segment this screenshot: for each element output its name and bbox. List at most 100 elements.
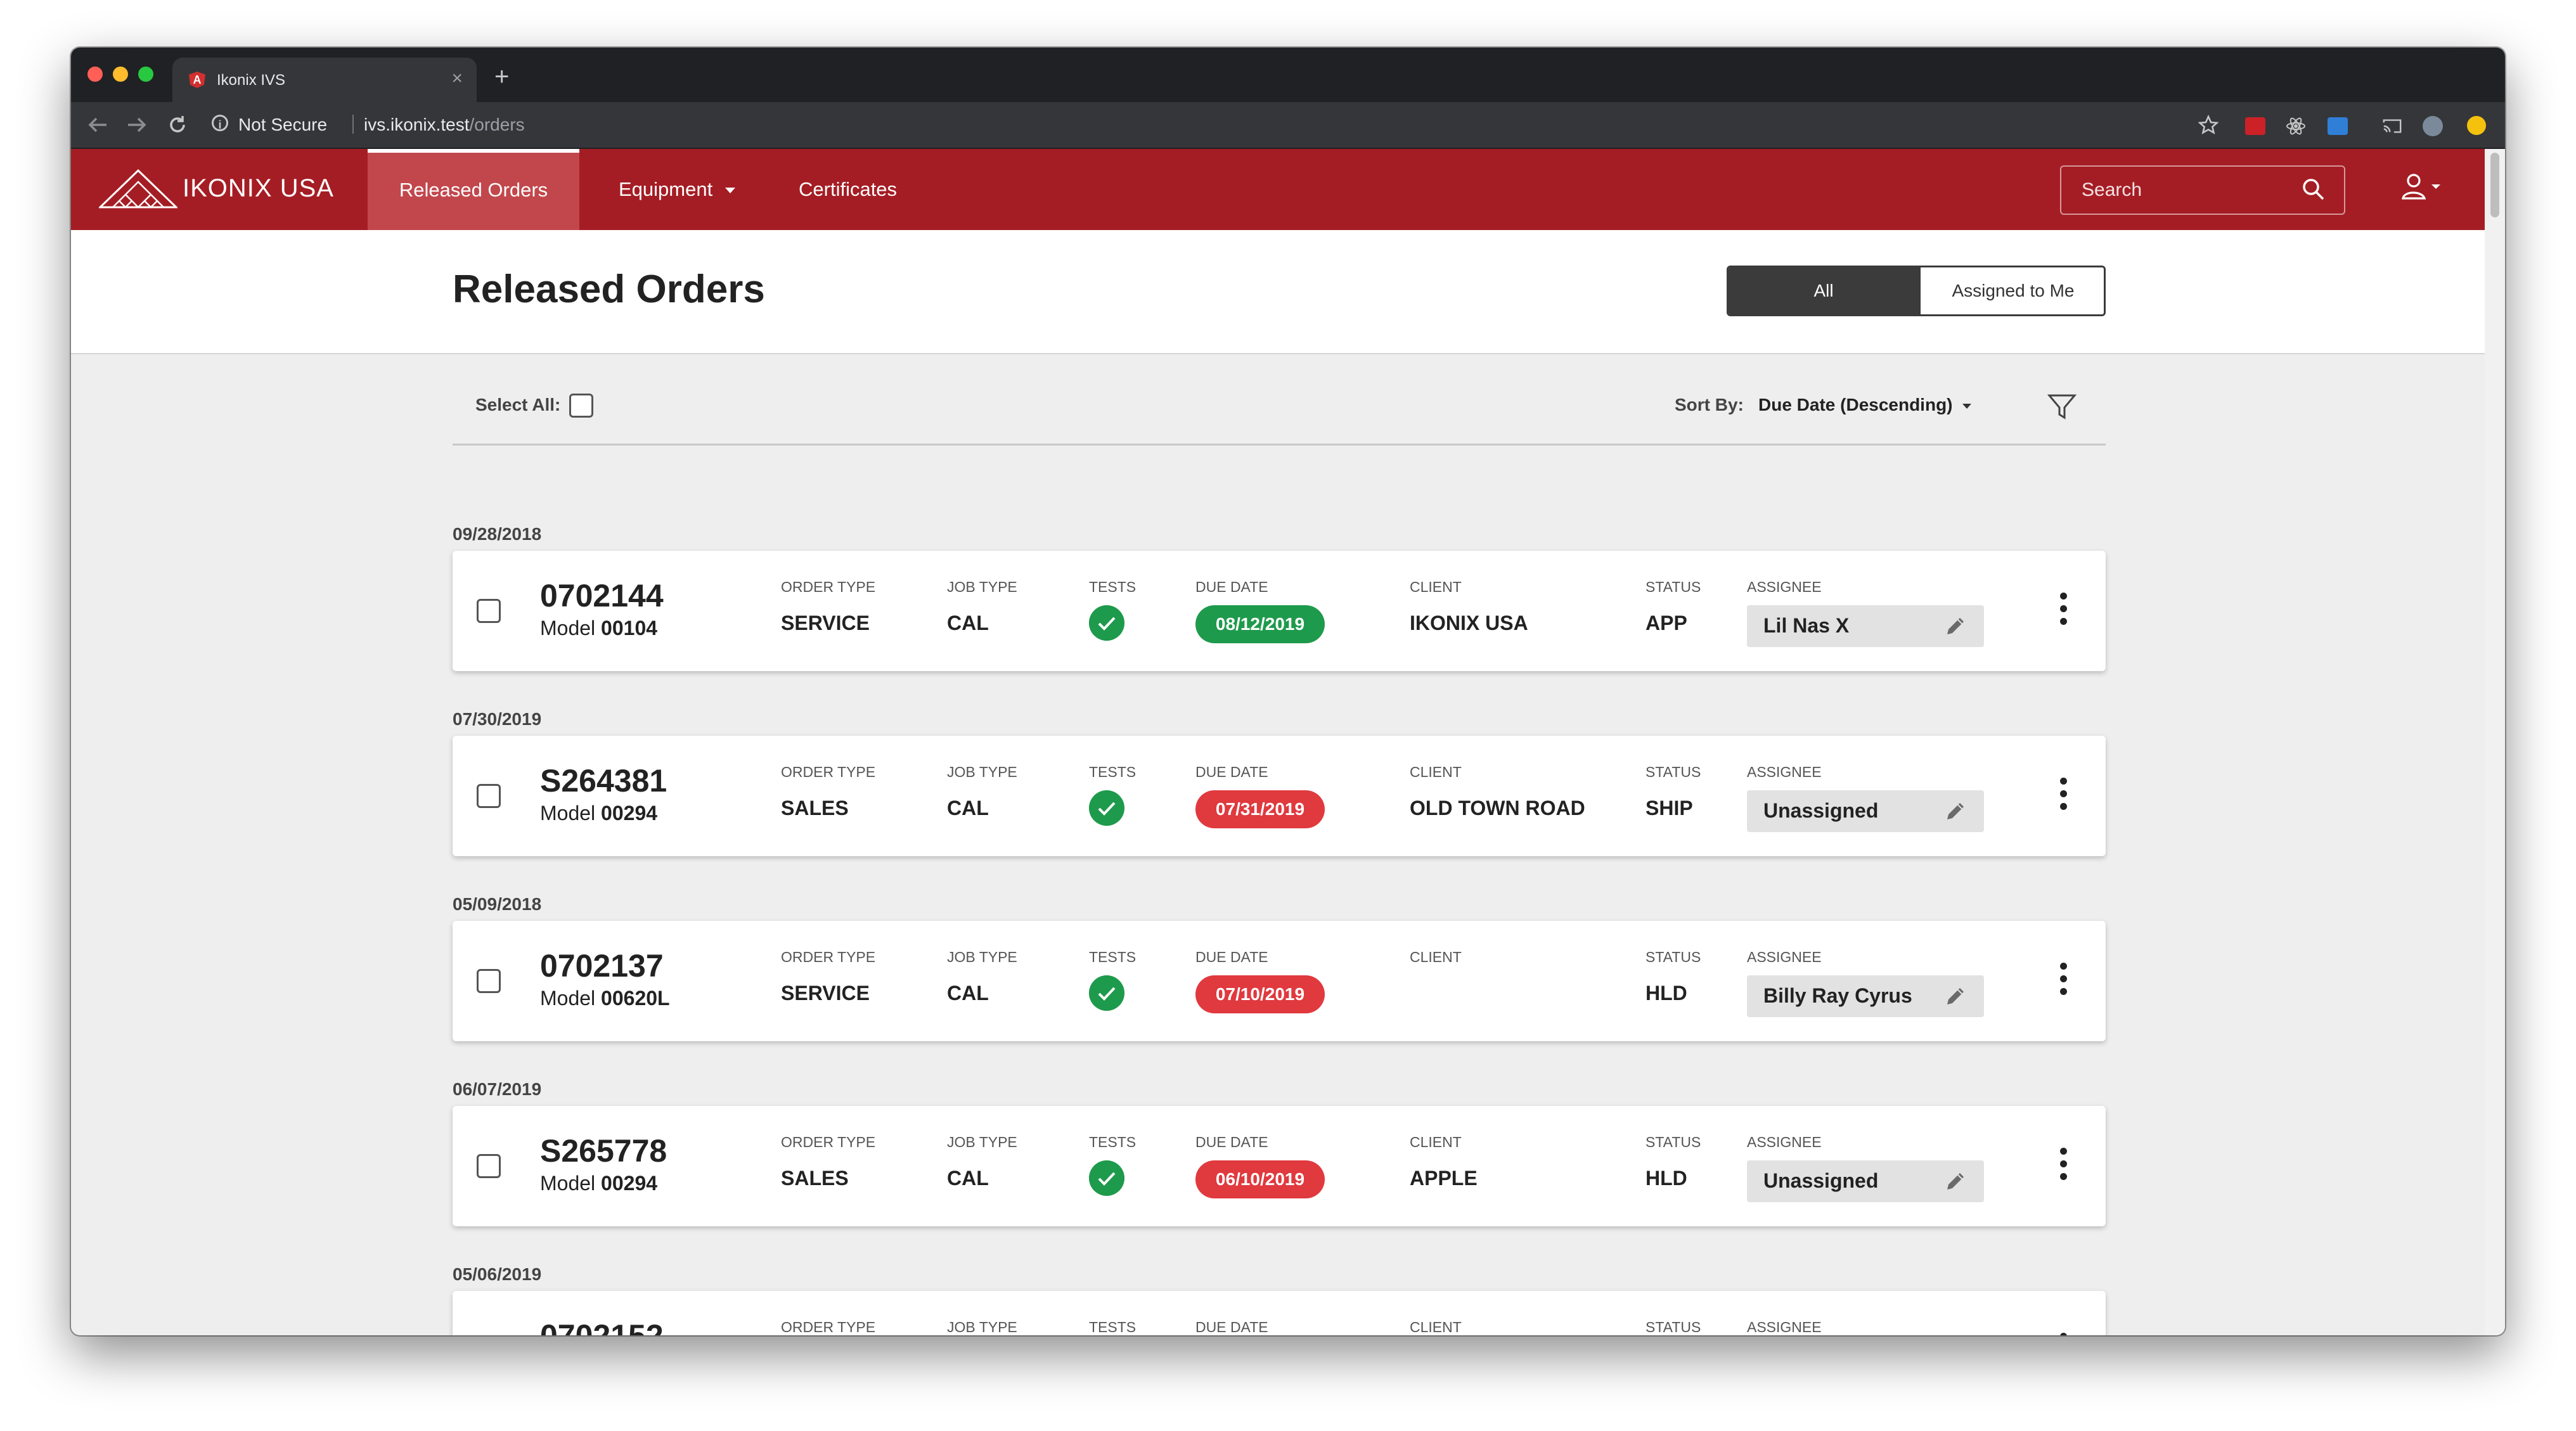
- order-group: 09/28/2018 0702144 Model 00104 ORDER TYPE JO…: [453, 524, 2106, 709]
- column-label-order-type: ORDER TYPE: [781, 1319, 876, 1335]
- assignee-name: Unassigned: [1763, 1169, 1879, 1192]
- order-model: Model 00620L: [540, 987, 670, 1010]
- reload-icon[interactable]: [167, 115, 188, 135]
- order-card[interactable]: S264381 Model 00294 ORDER TYPE JOB TYPE TEST…: [453, 736, 2106, 856]
- segment-assigned-to-me[interactable]: Assigned to Me: [1919, 267, 2104, 314]
- sort-dropdown[interactable]: Due Date (Descending): [1758, 395, 1953, 415]
- column-label-due-date: DUE DATE: [1195, 1319, 1268, 1335]
- model-prefix: Model: [540, 987, 596, 1010]
- search-box[interactable]: [2060, 165, 2345, 215]
- cast-icon[interactable]: [2382, 117, 2402, 135]
- nav-tab-label: Certificates: [799, 178, 898, 200]
- group-date: 09/28/2018: [453, 524, 542, 544]
- due-date-badge: 08/12/2019: [1195, 605, 1325, 643]
- column-label-tests: TESTS: [1089, 1134, 1137, 1150]
- extension-react-icon[interactable]: [2286, 117, 2306, 135]
- column-label-order-type: ORDER TYPE: [781, 764, 876, 780]
- order-id[interactable]: 0702152: [540, 1318, 664, 1335]
- back-arrow-icon[interactable]: [87, 116, 108, 134]
- new-tab-button[interactable]: +: [494, 64, 509, 89]
- edit-pencil-icon[interactable]: [1945, 800, 1966, 822]
- assignee-field[interactable]: Lil Nas X: [1747, 605, 1984, 647]
- column-label-tests: TESTS: [1089, 579, 1137, 595]
- address-bar[interactable]: i Not Secure ivs.ikonix.test/orders: [212, 102, 2113, 148]
- more-options-icon[interactable]: [2060, 1148, 2068, 1186]
- order-id[interactable]: 0702144: [540, 577, 664, 614]
- filter-icon[interactable]: [2047, 394, 2077, 420]
- column-label-order-type: ORDER TYPE: [781, 1134, 876, 1150]
- extension-yellow-icon[interactable]: [2467, 116, 2486, 135]
- edit-pencil-icon[interactable]: [1945, 985, 1966, 1007]
- order-status: HLD: [1645, 1167, 1687, 1190]
- maximize-window-button[interactable]: [138, 67, 153, 82]
- order-status: HLD: [1645, 982, 1687, 1004]
- order-id[interactable]: S264381: [540, 762, 667, 799]
- url-host: ivs.ikonix.test: [364, 115, 470, 134]
- browser-tab[interactable]: A Ikonix IVS ×: [172, 58, 477, 102]
- more-options-icon[interactable]: [2060, 778, 2068, 816]
- select-all-checkbox[interactable]: [569, 394, 593, 418]
- column-label-tests: TESTS: [1089, 764, 1137, 780]
- model-number: 00104: [601, 617, 658, 639]
- edit-pencil-icon[interactable]: [1945, 615, 1966, 637]
- column-label-job-type: JOB TYPE: [947, 949, 1017, 965]
- url-text[interactable]: ivs.ikonix.test/orders: [364, 115, 525, 135]
- bookmark-star-icon[interactable]: [2198, 115, 2219, 135]
- order-job-type: CAL: [947, 982, 989, 1004]
- edit-pencil-icon[interactable]: [1945, 1171, 1966, 1192]
- site-info-icon[interactable]: i: [212, 115, 228, 131]
- forward-arrow-icon[interactable]: [127, 116, 147, 134]
- scrollbar-thumb[interactable]: [2490, 153, 2499, 217]
- assignment-filter-toggle: All Assigned to Me: [1727, 266, 2106, 316]
- more-options-icon[interactable]: [2060, 963, 2068, 1001]
- minimize-window-button[interactable]: [113, 67, 128, 82]
- order-card[interactable]: 0702137 Model 00620L ORDER TYPE JOB TYPE TES…: [453, 921, 2106, 1041]
- order-checkbox[interactable]: [477, 969, 501, 993]
- sort-chevron-down-icon[interactable]: [1962, 404, 1971, 409]
- model-number: 00294: [601, 802, 658, 825]
- order-id[interactable]: 0702137: [540, 947, 664, 984]
- address-separator: [352, 115, 354, 134]
- app-header: IKONIX USA Released Orders Equipment Cer…: [71, 149, 2485, 230]
- extension-lastpass-icon[interactable]: [2245, 117, 2265, 135]
- column-label-order-type: ORDER TYPE: [781, 949, 876, 965]
- search-icon[interactable]: [2301, 177, 2326, 202]
- order-order-type: SALES: [781, 797, 849, 819]
- segment-all[interactable]: All: [1729, 267, 1919, 314]
- brand-name[interactable]: IKONIX USA: [183, 174, 334, 203]
- more-options-icon[interactable]: [2060, 1333, 2068, 1335]
- assignee-field[interactable]: Unassigned: [1747, 790, 1984, 832]
- tests-passed-check-icon: [1089, 605, 1124, 641]
- assignee-field[interactable]: Billy Ray Cyrus: [1747, 975, 1984, 1017]
- column-label-assignee: ASSIGNEE: [1747, 1134, 1822, 1150]
- search-input[interactable]: [2080, 177, 2292, 203]
- user-menu-icon[interactable]: [2401, 173, 2445, 202]
- more-options-icon[interactable]: [2060, 593, 2068, 631]
- order-card[interactable]: 0702144 Model 00104 ORDER TYPE JOB TYPE TEST…: [453, 551, 2106, 671]
- extension-blue-icon[interactable]: [2328, 117, 2348, 135]
- order-group: 05/06/20190702152Model 03765ORDER TYPEJO…: [453, 1264, 2106, 1335]
- page-scrollbar[interactable]: [2485, 149, 2505, 1335]
- order-checkbox[interactable]: [477, 784, 501, 808]
- nav-tab-label: Released Orders: [399, 179, 548, 201]
- due-date-badge: 07/10/2019: [1195, 975, 1325, 1013]
- order-checkbox[interactable]: [477, 1154, 501, 1178]
- nav-tab-certificates[interactable]: Certificates: [799, 149, 897, 230]
- profile-globe-icon[interactable]: [2423, 116, 2443, 136]
- column-label-tests: TESTS: [1089, 1319, 1137, 1335]
- column-label-job-type: JOB TYPE: [947, 1134, 1017, 1150]
- assignee-field[interactable]: Unassigned: [1747, 1160, 1984, 1202]
- tab-close-icon[interactable]: ×: [451, 68, 463, 89]
- order-card[interactable]: 0702152Model 03765ORDER TYPEJOB TYPETEST…: [453, 1291, 2106, 1335]
- page-title: Released Orders: [453, 267, 765, 311]
- column-label-due-date: DUE DATE: [1195, 579, 1268, 595]
- nav-tab-equipment[interactable]: Equipment: [619, 149, 736, 230]
- order-card[interactable]: S265778 Model 00294 ORDER TYPE JOB TYPE TEST…: [453, 1106, 2106, 1226]
- close-window-button[interactable]: [87, 67, 103, 82]
- column-label-client: CLIENT: [1410, 1319, 1462, 1335]
- order-id[interactable]: S265778: [540, 1133, 667, 1169]
- order-checkbox[interactable]: [477, 599, 501, 623]
- security-label[interactable]: Not Secure: [238, 115, 327, 135]
- due-date-badge: 06/10/2019: [1195, 1160, 1325, 1198]
- nav-tab-released-orders[interactable]: Released Orders: [368, 149, 579, 230]
